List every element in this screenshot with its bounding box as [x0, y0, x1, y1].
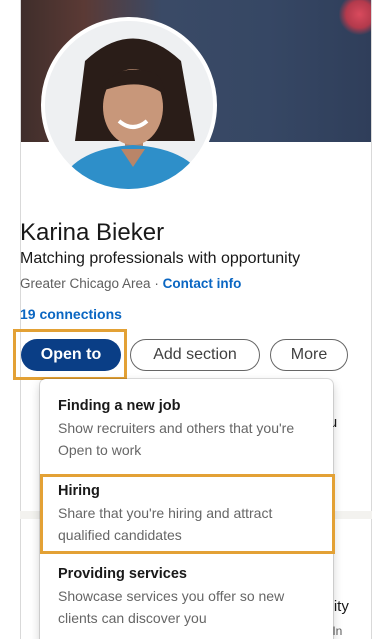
- connections-link[interactable]: 19 connections: [20, 306, 122, 322]
- location-text: Greater Chicago Area: [20, 276, 151, 291]
- add-section-button[interactable]: Add section: [130, 339, 260, 371]
- menu-item-finding-a-new-job[interactable]: Finding a new job Show recruiters and ot…: [58, 396, 323, 461]
- profile-headline: Matching professionals with opportunity: [20, 250, 301, 267]
- separator: ·: [154, 276, 159, 291]
- contact-info-link[interactable]: Contact info: [163, 276, 242, 291]
- open-to-highlight: [13, 329, 127, 380]
- hiring-highlight: [40, 474, 335, 554]
- more-button[interactable]: More: [270, 339, 348, 371]
- menu-item-title: Finding a new job: [58, 398, 181, 414]
- menu-item-providing-services[interactable]: Providing services Showcase services you…: [58, 564, 323, 629]
- profile-name: Karina Bieker: [20, 219, 165, 246]
- location-row: Greater Chicago Area · Contact info: [20, 276, 241, 291]
- avatar[interactable]: [41, 17, 217, 193]
- menu-item-description: Showcase services you offer so new clien…: [58, 588, 285, 626]
- menu-item-description: Show recruiters and others that you're O…: [58, 420, 295, 458]
- profile-photo-icon: [45, 21, 213, 189]
- menu-item-title: Providing services: [58, 566, 187, 582]
